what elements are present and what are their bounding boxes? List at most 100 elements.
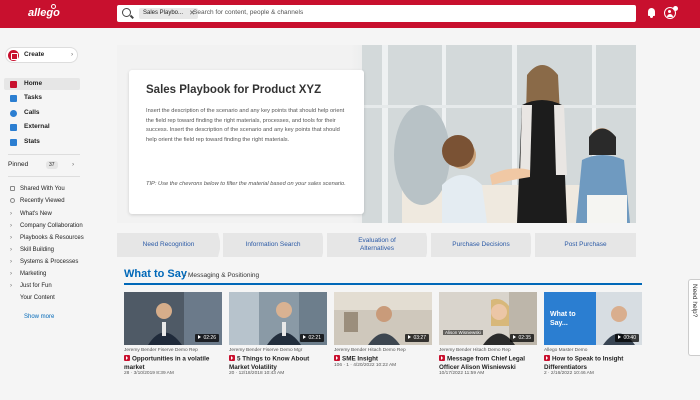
card-title[interactable]: Opportunities in a volatile market <box>124 355 222 372</box>
sidebar-channel[interactable]: › Playbooks & Resources <box>10 235 84 241</box>
video-type-icon <box>334 355 340 361</box>
sidebar-item-label: External <box>24 123 50 130</box>
what-to-say-overlay: What to Say... <box>550 311 576 327</box>
stats-icon <box>10 139 17 146</box>
sidebar-item-calls[interactable]: Calls <box>4 107 80 119</box>
tasks-icon <box>10 95 17 102</box>
channel-label: Playbooks & Resources <box>20 235 84 241</box>
sidebar-item-recent[interactable]: Recently Viewed <box>10 198 65 204</box>
play-icon <box>618 335 622 339</box>
sidebar-item-label: Calls <box>24 109 40 116</box>
video-type-icon <box>124 355 130 361</box>
top-bar: allego Sales Playbo... ✕ Search for cont… <box>0 0 700 28</box>
card-title-text: 5 Things to Know About Market Volatility <box>229 355 310 371</box>
duration-value: 02:26 <box>203 335 216 341</box>
chevron-right-icon: › <box>10 223 12 229</box>
search-filter-chip[interactable]: Sales Playbo... ✕ <box>139 8 199 19</box>
chevron-right-icon[interactable]: › <box>72 161 74 168</box>
notification-badge <box>673 6 678 11</box>
sidebar-channel[interactable]: › What's New <box>10 211 52 217</box>
sidebar-channel[interactable]: › Skill Building <box>10 247 54 253</box>
search-chip-label: Sales Playbo... <box>143 10 184 16</box>
pinned-count-badge: 37 <box>46 161 58 169</box>
search-input[interactable]: Search for content, people & channels <box>193 9 303 16</box>
chevron-right-icon: › <box>10 259 12 265</box>
duration-badge: 03:27 <box>405 334 429 342</box>
card-author: Jeremy Bender Hitach Demo Rep <box>439 348 511 353</box>
shared-icon <box>10 186 15 191</box>
search-bar[interactable]: Sales Playbo... ✕ Search for content, pe… <box>117 5 636 22</box>
card-meta: 20 · 12/18/2018 10:43 AM <box>229 371 285 376</box>
stage-purchase-decisions[interactable]: Purchase Decisions <box>431 233 531 257</box>
video-thumbnail[interactable]: Alison Wisniewski 02:35 <box>439 292 537 345</box>
card-meta: 106 · 1 · 4/20/2022 10:22 AM <box>334 363 397 368</box>
video-thumbnail[interactable]: 02:21 <box>229 292 327 345</box>
create-label: Create <box>24 51 45 58</box>
allego-logo[interactable]: allego <box>28 7 60 19</box>
sidebar-channel[interactable]: › Just for Fun <box>10 283 52 289</box>
duration-badge: 02:21 <box>300 334 324 342</box>
stage-information-search[interactable]: Information Search <box>223 233 323 257</box>
sidebar: Create › Home Tasks Calls External Stats… <box>0 28 100 400</box>
stage-evaluation[interactable]: Evaluation of Alternatives <box>327 233 427 257</box>
card-author: Jeremy Bender Fiserve Demo Rep <box>124 348 198 353</box>
sidebar-item-tasks[interactable]: Tasks <box>4 92 80 104</box>
duration-value: 02:21 <box>308 335 321 341</box>
card-meta: 28 · 3/10/2019 8:39 AM <box>124 371 174 376</box>
play-icon <box>513 335 517 339</box>
card-title[interactable]: How to Speak to Insight Differentiators <box>544 355 642 372</box>
sidebar-item-label: Shared With You <box>20 186 65 193</box>
sidebar-item-home[interactable]: Home <box>4 78 80 90</box>
search-icon <box>122 8 131 17</box>
home-icon <box>10 81 17 88</box>
sidebar-channel[interactable]: › Marketing <box>10 271 46 277</box>
play-icon <box>303 335 307 339</box>
card-title-text: How to Speak to Insight Differentiators <box>544 355 624 371</box>
create-icon <box>8 50 19 61</box>
channel-label: Just for Fun <box>20 283 52 289</box>
channel-label: Skill Building <box>20 247 55 253</box>
divider <box>8 154 80 155</box>
video-type-icon <box>439 355 445 361</box>
sidebar-channel[interactable]: › Systems & Processes <box>10 259 78 265</box>
section-title: What to Say <box>124 268 187 280</box>
calls-icon <box>10 110 17 117</box>
chevron-right-icon: › <box>71 51 74 58</box>
chevron-right-icon: › <box>10 235 12 241</box>
stage-post-purchase[interactable]: Post Purchase <box>535 233 636 257</box>
hero-photo <box>362 45 636 223</box>
card-title[interactable]: 5 Things to Know About Market Volatility <box>229 355 327 372</box>
sidebar-item-external[interactable]: External <box>4 121 80 133</box>
card-title-text: Opportunities in a volatile market <box>124 355 210 371</box>
help-tab[interactable]: Need help? <box>688 279 700 356</box>
duration-badge: 02:35 <box>510 334 534 342</box>
duration-value: 03:27 <box>413 335 426 341</box>
sidebar-item-label: Recently Viewed <box>20 198 65 205</box>
chevron-right-icon: › <box>10 211 12 217</box>
sidebar-item-label: Stats <box>24 138 40 145</box>
sidebar-channel[interactable]: Your Content <box>10 295 55 301</box>
sidebar-item-shared[interactable]: Shared With You <box>10 186 65 192</box>
duration-value: 02:35 <box>518 335 531 341</box>
video-thumbnail[interactable]: 02:26 <box>124 292 222 345</box>
video-thumbnail[interactable]: What to Say... 00:40 <box>544 292 642 345</box>
card-meta: 2 · 2/16/2022 10:46 AM <box>544 371 594 376</box>
show-more-link[interactable]: Show more <box>24 314 54 320</box>
duration-value: 00:40 <box>623 335 636 341</box>
video-type-icon <box>229 355 235 361</box>
video-thumbnail[interactable]: 03:27 <box>334 292 432 345</box>
logo-mark-icon <box>51 4 56 9</box>
sidebar-channel[interactable]: › Company Collaboration <box>10 223 83 229</box>
hero-banner: Sales Playbook for Product XYZ Insert th… <box>117 45 636 223</box>
create-button[interactable]: Create › <box>5 47 78 63</box>
channel-label: Marketing <box>20 271 47 277</box>
duration-badge: 00:40 <box>615 334 639 342</box>
bell-icon[interactable] <box>647 8 656 18</box>
page-title: Sales Playbook for Product XYZ <box>146 84 322 96</box>
hero-card: Sales Playbook for Product XYZ Insert th… <box>129 70 364 214</box>
card-title[interactable]: Message from Chief Legal Officer Alison … <box>439 355 537 372</box>
stage-need-recognition[interactable]: Need Recognition <box>117 233 220 257</box>
sidebar-item-stats[interactable]: Stats <box>4 136 80 148</box>
hero-description: Insert the description of the scenario a… <box>146 108 345 143</box>
pinned-label[interactable]: Pinned <box>8 161 28 168</box>
